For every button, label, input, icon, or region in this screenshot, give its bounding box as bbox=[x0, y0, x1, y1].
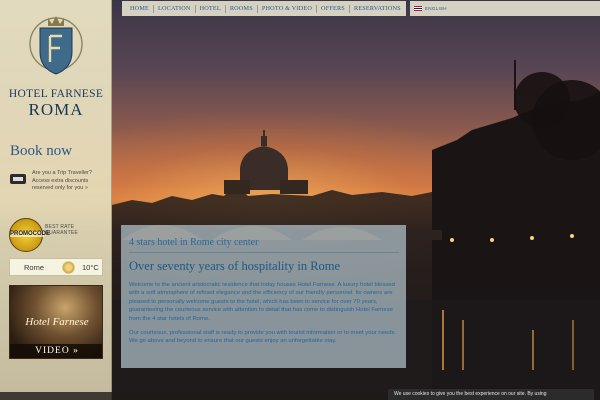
video-thumbnail[interactable]: Hotel Farnese VIDEO » bbox=[9, 285, 103, 359]
nav-home[interactable]: HOME bbox=[126, 4, 155, 13]
video-title: Hotel Farnese bbox=[25, 316, 89, 328]
nav-offers[interactable]: OFFERS bbox=[317, 4, 350, 13]
tripadvisor-offer-link[interactable]: Are you a Trip Traveller? Access extra d… bbox=[32, 170, 108, 193]
intro-paragraph: Welcome to the ancient aristocratic resi… bbox=[129, 282, 395, 322]
language-label: ENGLISH bbox=[425, 6, 447, 11]
hotel-name: HOTEL FARNESE bbox=[8, 88, 104, 100]
language-selector[interactable]: ENGLISH bbox=[410, 1, 600, 16]
sidebar: HOTEL FARNESE ROMA Book now Are you a Tr… bbox=[0, 0, 112, 400]
nav-rooms[interactable]: ROOMS bbox=[226, 4, 258, 13]
uk-flag-icon bbox=[414, 6, 422, 11]
tripadvisor-icon bbox=[10, 174, 26, 184]
best-rate-guarantee-link[interactable]: BEST RATE GUARANTEE bbox=[45, 224, 107, 236]
sun-icon bbox=[62, 261, 75, 274]
intro-panel: 4 stars hotel in Rome city center Over s… bbox=[121, 225, 406, 368]
weather-temperature: 10°C bbox=[82, 263, 99, 272]
page-title: Over seventy years of hospitality in Rom… bbox=[129, 259, 341, 273]
intro-paragraph: Our courteous, professional staff is rea… bbox=[129, 330, 397, 337]
intro-body: Welcome to the ancient aristocratic resi… bbox=[129, 281, 401, 346]
intro-kicker: 4 stars hotel in Rome city center bbox=[129, 237, 259, 248]
nav-hotel[interactable]: HOTEL bbox=[196, 4, 226, 13]
weather-widget: Rome 10°C bbox=[9, 258, 103, 276]
promocode-label: PROMOCODE bbox=[10, 231, 51, 237]
video-label-bar: VIDEO » bbox=[10, 344, 102, 358]
hotel-crest-logo[interactable] bbox=[26, 12, 86, 82]
hotel-city: ROMA bbox=[28, 100, 84, 119]
intro-paragraph: We go above and beyond to ensure that ou… bbox=[129, 338, 337, 345]
nav-location[interactable]: LOCATION bbox=[154, 4, 196, 13]
intro-divider bbox=[129, 252, 399, 253]
book-now-link[interactable]: Book now bbox=[10, 143, 72, 160]
weather-city: Rome bbox=[24, 263, 45, 272]
cookie-banner[interactable]: We use cookies to give you the best expe… bbox=[388, 389, 594, 400]
promocode-badge[interactable]: PROMOCODE bbox=[9, 218, 51, 252]
main-navigation: HOME LOCATION HOTEL ROOMS PHOTO & VIDEO … bbox=[122, 1, 406, 16]
nav-photo-video[interactable]: PHOTO & VIDEO bbox=[258, 4, 318, 13]
nav-reservations[interactable]: RESERVATIONS bbox=[350, 5, 405, 13]
video-label[interactable]: VIDEO » bbox=[10, 344, 102, 358]
